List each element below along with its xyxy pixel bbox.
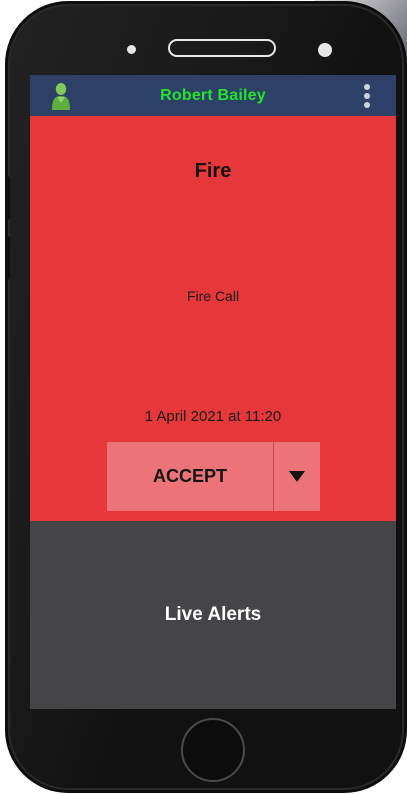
live-alerts-label: Live Alerts <box>164 604 262 625</box>
menu-dot <box>364 102 370 108</box>
accept-split-button: ACCEPT <box>107 442 320 511</box>
alert-card: Fire Fire Call 1 April 2021 at 11:20 ACC… <box>30 116 396 521</box>
user-name: Robert Bailey <box>160 87 266 104</box>
front-camera <box>318 43 332 57</box>
alert-description: Fire Call <box>186 288 240 304</box>
home-button[interactable] <box>181 718 245 782</box>
response-dropdown-button[interactable] <box>274 442 320 511</box>
app-header: Robert Bailey <box>30 75 396 116</box>
caret-down-icon <box>289 471 305 482</box>
screenshot-stage: Robert Bailey Fire Fire Call 1 April 202… <box>0 0 407 794</box>
phone-side-button <box>5 176 10 220</box>
accept-button[interactable]: ACCEPT <box>107 442 273 511</box>
more-vertical-icon[interactable] <box>356 79 378 113</box>
phone-side-button <box>5 236 10 280</box>
speaker-grille <box>168 39 276 57</box>
user-avatar-icon[interactable] <box>51 81 71 111</box>
app-screen: Robert Bailey Fire Fire Call 1 April 202… <box>30 75 396 709</box>
menu-dot <box>364 84 370 90</box>
menu-dot <box>364 93 370 99</box>
alert-timestamp: 1 April 2021 at 11:20 <box>144 408 282 425</box>
camera-dot <box>127 45 136 54</box>
alert-title: Fire <box>194 160 232 182</box>
live-alerts-panel[interactable]: Live Alerts <box>30 521 396 709</box>
